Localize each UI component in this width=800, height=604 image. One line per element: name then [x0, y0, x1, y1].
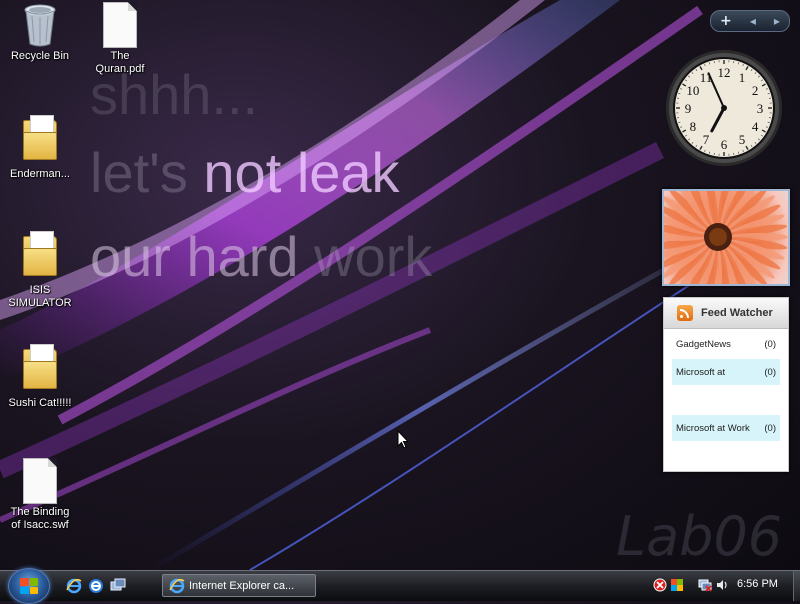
network-disconnected-icon[interactable]	[698, 578, 712, 592]
feed-watcher-gadget[interactable]: Feed Watcher GadgetNews (0) Microsoft at…	[663, 297, 789, 472]
label-line: SIMULATOR	[8, 297, 71, 309]
feed-watcher-header: Feed Watcher	[664, 298, 788, 329]
security-alert-icon[interactable]	[653, 578, 667, 592]
feed-item[interactable]: Microsoft at Work (0)	[672, 415, 780, 441]
flower-photo	[664, 191, 788, 284]
desktop-icon-binding-of-isaac[interactable]: The Bindingof Isacc.swf	[0, 458, 80, 532]
folder-icon	[20, 120, 60, 166]
wallpaper-text: our hard	[90, 225, 314, 288]
feed-item[interactable]: Microsoft at (0)	[672, 359, 780, 385]
folder-shape	[23, 349, 57, 389]
feed-item-count: (0)	[764, 339, 776, 350]
internet-explorer-icon[interactable]	[66, 578, 82, 594]
switch-windows-icon[interactable]	[110, 578, 126, 594]
feed-watcher-title: Feed Watcher	[701, 307, 773, 319]
sidebar-gadget-toolbar: + ◂ ▸	[710, 10, 790, 32]
label-line: The	[111, 50, 130, 62]
start-button[interactable]	[8, 568, 50, 604]
volume-icon[interactable]	[715, 578, 729, 592]
desktop[interactable]: shhh... let's not leak our hard work Lab…	[0, 0, 800, 570]
folder-shape	[23, 120, 57, 160]
taskbar-button-label: Internet Explorer ca...	[189, 580, 294, 592]
desktop-icon-recycle-bin[interactable]: Recycle Bin	[0, 2, 80, 63]
clock-number: 8	[690, 119, 697, 134]
taskbar-button-internet-explorer[interactable]: Internet Explorer ca...	[162, 574, 316, 597]
folder-front	[23, 132, 57, 160]
document-shape	[23, 458, 57, 504]
clock-number: 1	[739, 70, 746, 85]
taskbar: Internet Explorer ca... 6:56 PM	[0, 570, 800, 601]
clock-number: 12	[718, 65, 731, 80]
add-gadget-button[interactable]: +	[720, 13, 732, 29]
wallpaper-watermark: Lab06	[616, 505, 782, 568]
windows-defender-icon[interactable]	[670, 578, 684, 592]
folder-icon	[20, 236, 60, 282]
desktop-icon-label: Sushi Cat!!!!!	[0, 397, 80, 410]
clock-center	[721, 105, 727, 111]
taskbar-clock[interactable]: 6:56 PM	[737, 578, 778, 590]
label-line: of Isacc.swf	[11, 519, 68, 531]
desktop-icon-isis-simulator[interactable]: ISISSIMULATOR	[0, 232, 80, 310]
ie-blue-icon[interactable]	[88, 578, 104, 594]
wallpaper-text: not leak	[203, 141, 399, 204]
feed-item-count: (0)	[764, 367, 776, 378]
folder-front	[23, 361, 57, 389]
clock-number: 4	[752, 119, 759, 134]
clock-number: 6	[721, 137, 728, 152]
feed-item-name: Microsoft at	[676, 367, 725, 378]
feed-item-name: GadgetNews	[676, 339, 731, 350]
desktop-icon-enderman[interactable]: Enderman...	[0, 116, 80, 181]
desktop-icon-label: TheQuran.pdf	[80, 50, 160, 76]
desktop-icon-quran-pdf[interactable]: TheQuran.pdf	[80, 2, 160, 76]
pdf-file-icon	[100, 2, 140, 48]
wallpaper-text-line-2: let's not leak	[90, 140, 400, 205]
label-line: Quran.pdf	[96, 63, 145, 75]
recycle-bin-icon	[20, 2, 60, 48]
clock-number: 10	[686, 83, 699, 98]
next-gadgets-button[interactable]: ▸	[774, 14, 780, 28]
feed-item[interactable]: GadgetNews (0)	[672, 331, 780, 357]
clock-number: 2	[752, 83, 759, 98]
rss-icon	[677, 305, 693, 321]
clock-number: 9	[685, 101, 692, 116]
clock-number: 5	[739, 132, 746, 147]
clock-number: 7	[703, 132, 710, 147]
desktop-icon-label: Enderman...	[0, 168, 80, 181]
folder-front	[23, 248, 57, 276]
mouse-cursor-icon	[397, 430, 409, 450]
folder-icon	[20, 349, 60, 395]
previous-gadgets-button[interactable]: ◂	[750, 14, 756, 28]
feed-item-count: (0)	[764, 423, 776, 434]
swf-file-icon	[20, 458, 60, 504]
feed-item-name: Microsoft at Work	[676, 423, 750, 434]
wallpaper-text: let's	[90, 141, 203, 204]
desktop-icon-label: The Bindingof Isacc.swf	[0, 506, 80, 532]
label-line: The Binding	[11, 506, 70, 518]
desktop-icon-label: Recycle Bin	[0, 50, 80, 63]
clock-face: 121234567891011	[664, 48, 784, 168]
desktop-icon-label: ISISSIMULATOR	[0, 284, 80, 310]
wallpaper-text: work	[314, 225, 432, 288]
internet-explorer-icon	[169, 578, 185, 594]
label-line: ISIS	[30, 284, 51, 296]
slideshow-gadget[interactable]	[662, 189, 790, 286]
document-shape	[103, 2, 137, 48]
clock-gadget[interactable]: 121234567891011	[664, 48, 784, 168]
folder-shape	[23, 236, 57, 276]
desktop-icon-sushi-cat[interactable]: Sushi Cat!!!!!	[0, 345, 80, 410]
show-desktop-button[interactable]	[793, 571, 800, 601]
wallpaper-text-line-3: our hard work	[90, 224, 432, 289]
clock-number: 3	[757, 101, 764, 116]
windows-logo-icon	[20, 578, 38, 594]
